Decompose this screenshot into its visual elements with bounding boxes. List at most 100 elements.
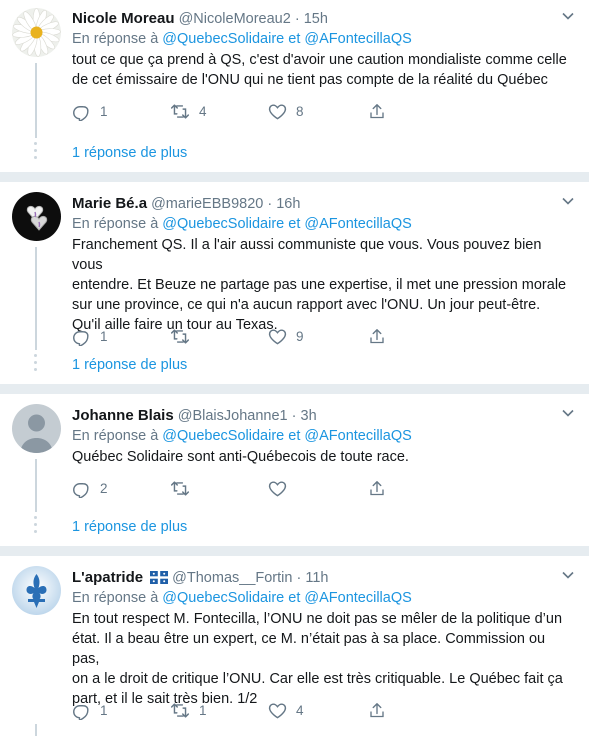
like-button[interactable]: 8 [268,101,304,121]
chevron-down-icon[interactable] [561,406,575,420]
thread-line [35,459,37,512]
tweet-text-line: état. Il a beau être un expert, ce M. n’… [72,631,546,667]
mention-link[interactable]: @QuebecSolidaire [162,216,284,232]
mention-link[interactable]: @AFontecillaQS [304,216,411,232]
mention-link[interactable]: @QuebecSolidaire [162,428,284,444]
dot-separator: · [294,11,300,27]
mention-link[interactable]: @AFontecillaQS [304,428,411,444]
reply-icon [73,330,89,346]
mention-link[interactable]: @QuebecSolidaire [162,31,284,47]
tweet-4[interactable]: L'apatride @Thomas__Fortin · 11h En répo… [0,556,589,736]
tweet-text-line: Franchement QS. Il a l'air aussi communi… [72,237,542,273]
more-dots [34,142,37,163]
display-name[interactable]: Marie Bé.a [72,195,147,212]
retweet-button[interactable] [170,478,199,498]
tweet-actions: 1 9 [72,326,412,346]
avatar-marie-bea[interactable] [12,192,61,241]
retweet-button[interactable] [170,326,199,346]
share-button[interactable] [368,700,386,720]
mention-link[interactable]: @AFontecillaQS [304,590,411,606]
chevron-down-icon[interactable] [561,194,575,208]
separator [0,546,589,556]
thread-line [35,63,37,138]
mention-link[interactable]: @AFontecillaQS [304,31,411,47]
share-icon [370,103,384,118]
reply-button[interactable]: 1 [72,700,108,720]
heart-icon [268,702,287,718]
more-replies-link[interactable]: 1 réponse de plus [72,519,187,535]
reply-button[interactable]: 2 [72,478,108,498]
tweet-text-line: de cet émissaire de l'ONU qui ne tient p… [72,72,548,88]
tweet-text-line: tout ce que ça prend à QS, c'est d'avoir… [72,52,567,68]
user-handle[interactable]: @marieEBB9820 [151,196,263,212]
replying-to-joiner: et [288,428,301,444]
thread-line [35,247,37,350]
reply-icon [73,105,89,121]
like-count: 4 [296,702,304,718]
user-handle[interactable]: @Thomas__Fortin [172,570,292,586]
show-more-replies[interactable]: 1 réponse de plus [0,512,589,546]
user-handle[interactable]: @NicoleMoreau2 [179,11,291,27]
replying-to: En réponse à @QuebecSolidaire et @AFonte… [72,215,575,234]
replying-to: En réponse à @QuebecSolidaire et @AFonte… [72,589,575,608]
avatar-johanne-blais[interactable] [12,404,61,453]
like-button[interactable] [268,478,296,498]
share-button[interactable] [368,478,386,498]
dot-separator: · [267,196,273,212]
display-name[interactable]: Nicole Moreau [72,10,175,27]
mention-link[interactable]: @QuebecSolidaire [162,590,284,606]
like-button[interactable]: 9 [268,326,304,346]
chevron-down-icon[interactable] [561,9,575,23]
retweet-button[interactable]: 4 [170,101,207,121]
thread-line [35,724,37,736]
timestamp[interactable]: 16h [276,196,300,212]
tweet-text-line: entendre. Et Beuze ne partage pas une ex… [72,277,567,293]
show-more-replies[interactable]: 1 réponse de plus [0,350,589,384]
like-button[interactable]: 4 [268,700,304,720]
dot-separator: · [291,408,297,424]
reply-icon [73,482,89,498]
tweet-text: tout ce que ça prend à QS, c'est d'avoir… [72,50,575,90]
share-icon [370,480,384,495]
tweet-header: Marie Bé.a @marieEBB9820 · 16h [72,194,575,214]
display-name[interactable]: L'apatride [72,569,143,586]
tweet-text: En tout respect M. Fontecilla, l’ONU ne … [72,609,575,709]
like-count: 8 [296,103,304,119]
reply-button[interactable]: 1 [72,326,108,346]
timestamp[interactable]: 11h [305,570,328,586]
display-name[interactable]: Johanne Blais [72,407,174,424]
replying-to-label: En réponse à [72,590,159,606]
tweet-1[interactable]: Nicole Moreau @NicoleMoreau2 · 15h En ré… [0,0,589,138]
more-dots [34,354,37,375]
reply-button[interactable]: 1 [72,101,108,121]
timestamp[interactable]: 15h [304,11,328,27]
avatar-lapatride[interactable] [12,566,61,615]
retweet-count: 1 [199,702,207,718]
reply-count: 1 [100,702,108,718]
show-more-replies[interactable]: 1 réponse de plus [0,138,589,172]
share-icon [370,328,384,343]
tweet-actions: 2 [72,478,412,498]
share-button[interactable] [368,326,386,346]
replying-to-label: En réponse à [72,31,159,47]
more-replies-link[interactable]: 1 réponse de plus [72,145,187,161]
tweet-3[interactable]: Johanne Blais @BlaisJohanne1 · 3h En rép… [0,394,589,512]
tweet-header: Nicole Moreau @NicoleMoreau2 · 15h [72,9,575,29]
retweet-icon [170,480,190,496]
tweet-2[interactable]: Marie Bé.a @marieEBB9820 · 16h En répons… [0,182,589,350]
tweet-text-line: Québec Solidaire sont anti-Québecois de … [72,449,409,465]
avatar-nicole-moreau[interactable] [12,8,61,57]
tweet-text-line: on a le droit de critique l’ONU. Car ell… [72,671,563,687]
user-handle[interactable]: @BlaisJohanne1 [178,408,288,424]
heart-icon [268,480,287,496]
timestamp[interactable]: 3h [301,408,317,424]
retweet-icon [170,328,190,344]
heart-icon [268,328,287,344]
tweet-text: Québec Solidaire sont anti-Québecois de … [72,447,575,467]
more-replies-link[interactable]: 1 réponse de plus [72,357,187,373]
retweet-icon [170,103,190,119]
chevron-down-icon[interactable] [561,568,575,582]
replying-to-joiner: et [288,31,301,47]
retweet-button[interactable]: 1 [170,700,207,720]
share-button[interactable] [368,101,386,121]
